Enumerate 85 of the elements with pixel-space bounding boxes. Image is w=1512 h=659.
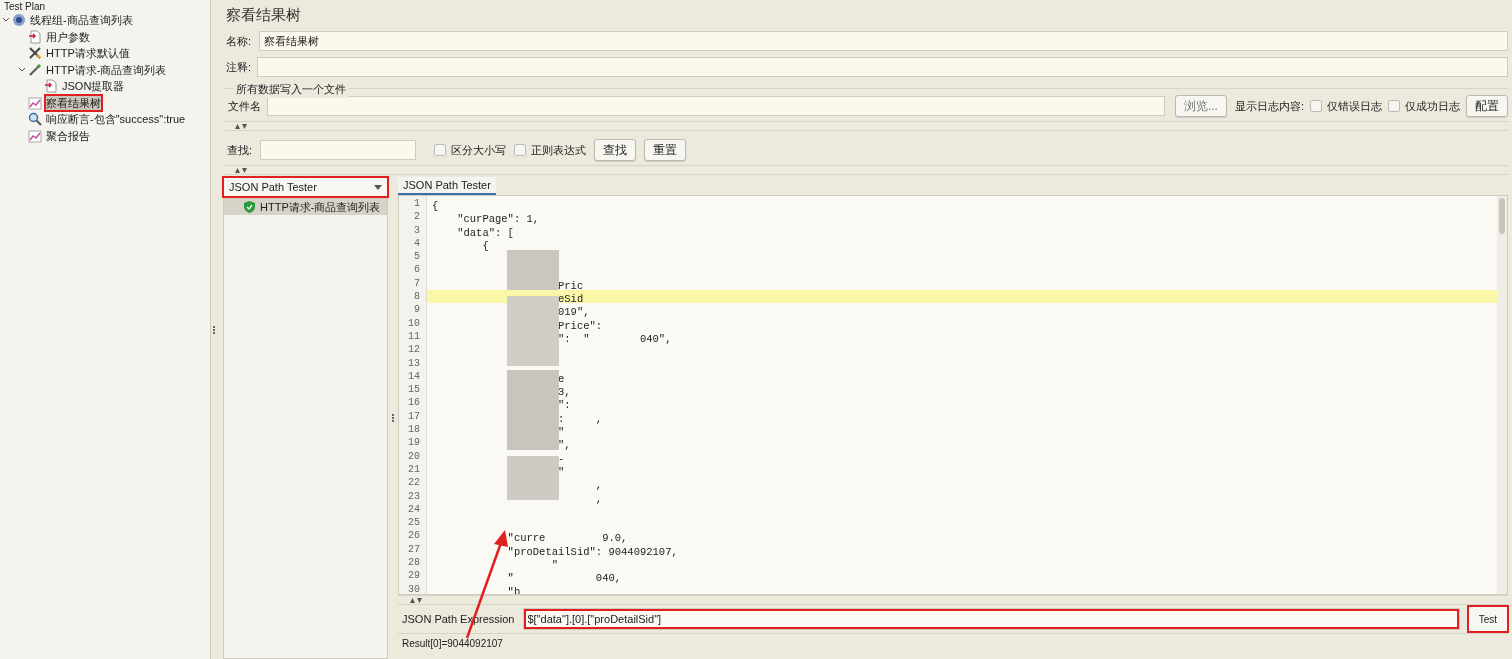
code-line: , bbox=[594, 492, 603, 506]
code-line: " bbox=[557, 465, 565, 480]
line-number: 7 bbox=[413, 276, 421, 291]
find-button[interactable]: 查找 bbox=[594, 139, 637, 161]
field-label: 名称: bbox=[225, 33, 253, 49]
expression-field[interactable]: $["data"].[0].["proDetailSid"] bbox=[522, 608, 1460, 630]
tree-item[interactable]: HTTP请求默认值 bbox=[45, 45, 131, 62]
code-line: , bbox=[594, 479, 603, 493]
code-line: - bbox=[557, 452, 565, 466]
line-number: 8 bbox=[413, 290, 421, 304]
tree-item[interactable]: 响应断言-包含"success":true bbox=[45, 111, 187, 128]
line-number: 6 bbox=[413, 263, 421, 277]
field-label: 文件名 bbox=[227, 98, 261, 114]
tab[interactable]: JSON Path Tester bbox=[398, 177, 496, 195]
code-line: " bbox=[550, 559, 559, 573]
renderer-dropdown[interactable]: JSON Path Tester bbox=[223, 177, 388, 197]
line-number: 2 bbox=[413, 210, 421, 224]
code-line: Pric bbox=[557, 279, 584, 294]
code-line: ": " 040", bbox=[557, 332, 672, 347]
line-number: 25 bbox=[407, 516, 421, 530]
line-number: 14 bbox=[407, 369, 421, 384]
line-number: 4 bbox=[413, 236, 421, 251]
line-number: 3 bbox=[413, 223, 421, 237]
panel-title: 察看结果树 bbox=[225, 5, 302, 25]
name-field[interactable]: 察看结果树 bbox=[259, 31, 1508, 51]
code-line: : , bbox=[557, 412, 603, 427]
code-line: "b bbox=[506, 585, 521, 594]
checkbox-label: 正则表达式 bbox=[531, 142, 587, 158]
line-number: 5 bbox=[413, 250, 421, 264]
code-line: Price": bbox=[557, 319, 603, 333]
line-number: 29 bbox=[407, 569, 421, 583]
tree-item[interactable]: 线程组-商品查询列表 bbox=[29, 12, 134, 29]
line-number: 20 bbox=[407, 449, 421, 463]
tree-item[interactable]: 察看结果树 bbox=[45, 94, 102, 111]
line-number: 28 bbox=[407, 556, 421, 570]
tree-item[interactable]: JSON提取器 bbox=[61, 78, 126, 95]
line-number: 16 bbox=[407, 396, 421, 410]
tree-root[interactable]: Test Plan bbox=[4, 0, 46, 14]
tree-item[interactable]: 聚合报告 bbox=[45, 127, 91, 144]
code-line: e bbox=[557, 372, 565, 387]
code-line: 3, bbox=[557, 386, 571, 400]
line-number: 27 bbox=[407, 542, 421, 556]
line-number: 21 bbox=[407, 462, 421, 477]
result-text: Result[0]=9044092107 bbox=[402, 637, 503, 651]
code-line: eSid bbox=[557, 293, 584, 307]
code-line: "proDetailSid": 9044092107, bbox=[506, 545, 678, 559]
code-line: 019", bbox=[557, 306, 590, 320]
line-number: 12 bbox=[407, 343, 421, 357]
code-line: "data": [ bbox=[456, 226, 514, 240]
line-number: 17 bbox=[407, 409, 421, 424]
line-number: 15 bbox=[407, 383, 421, 397]
line-number: 9 bbox=[413, 303, 421, 317]
line-number: 19 bbox=[407, 436, 421, 450]
line-number: 10 bbox=[407, 316, 421, 330]
code-line: "curre 9.0, bbox=[506, 532, 628, 546]
code-line: { bbox=[481, 239, 489, 254]
code-line: ": bbox=[557, 399, 571, 413]
line-number: 23 bbox=[407, 489, 421, 503]
reset-button[interactable]: 重置 bbox=[644, 139, 687, 161]
line-number: 13 bbox=[407, 356, 421, 370]
code-line: " 040, bbox=[506, 572, 622, 586]
code-line: " bbox=[557, 426, 565, 440]
tree-item[interactable]: 用户参数 bbox=[45, 28, 91, 45]
line-number: 11 bbox=[407, 329, 421, 344]
code-line: ", bbox=[557, 439, 571, 453]
line-number: 18 bbox=[407, 423, 421, 437]
config-button[interactable]: 配置 bbox=[1466, 95, 1508, 117]
field-label: 注释: bbox=[225, 59, 253, 75]
code-line: "curPage": 1, bbox=[456, 213, 540, 227]
checkbox-label: 区分大小写 bbox=[451, 142, 507, 158]
checkbox-label: 仅成功日志 bbox=[1405, 98, 1460, 114]
code-line: { bbox=[431, 200, 439, 214]
log-label: 显示日志内容: bbox=[1234, 98, 1304, 114]
browse-button[interactable]: 浏览... bbox=[1174, 95, 1227, 117]
group-title: 所有数据写入一个文件 bbox=[233, 81, 349, 98]
field-label: 查找: bbox=[226, 142, 253, 158]
line-number: 1 bbox=[413, 197, 421, 211]
line-number: 24 bbox=[407, 502, 421, 517]
test-button[interactable]: Test bbox=[1467, 606, 1508, 632]
sample-item[interactable]: HTTP请求-商品查询列表 bbox=[224, 199, 387, 215]
line-number: 26 bbox=[407, 529, 421, 543]
tree-item[interactable]: HTTP请求-商品查询列表 bbox=[45, 61, 168, 78]
line-number: 30 bbox=[407, 582, 421, 594]
checkbox-label: 仅错误日志 bbox=[1327, 98, 1382, 114]
line-number: 22 bbox=[407, 476, 421, 490]
